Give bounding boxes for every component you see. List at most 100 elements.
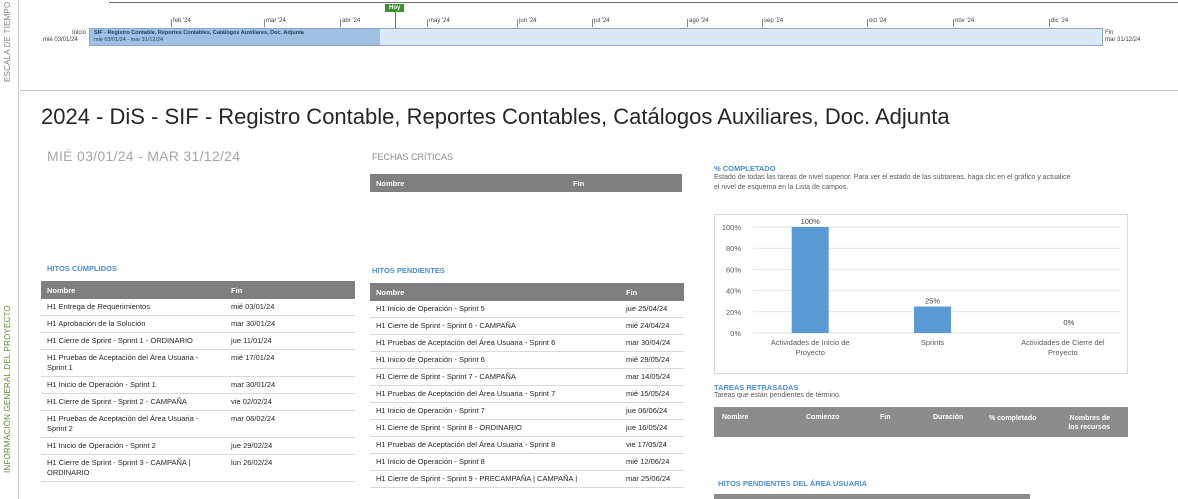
timeline-tick [592, 19, 593, 27]
row-end: mar 06/02/24 [225, 410, 355, 438]
table-row[interactable]: H1 Cierre de Sprint - Sprint 6 - CAMPAÑA… [370, 317, 684, 335]
row-name: H1 Inicio de Operación - Sprint 8 [370, 453, 620, 471]
done-col-end[interactable]: Fin [225, 281, 355, 299]
done-col-name[interactable]: Nombre [41, 281, 225, 299]
timeline-tick [340, 19, 341, 27]
table-row[interactable]: H1 Inicio de Operación - Sprint 6 mié 29/… [370, 351, 684, 369]
row-end: jue 11/01/24 [225, 332, 355, 350]
table-row[interactable]: H1 Pruebas de Aceptación del Área Usuari… [370, 436, 684, 454]
user-pending-table-header [714, 494, 1030, 499]
table-row[interactable]: H1 Pruebas de Aceptación del Área Usuari… [370, 385, 684, 403]
row-end: mié 24/04/24 [620, 317, 684, 335]
row-end: mar 30/01/24 [225, 315, 355, 333]
timeline-tick [687, 19, 688, 27]
row-end: jue 25/04/24 [620, 301, 684, 318]
table-row[interactable]: H1 Inicio de Operación - Sprint 1 mar 30/… [41, 376, 355, 394]
timeline-rail-label: ESCALA DE TIEMPO [3, 1, 12, 82]
pending-col-name[interactable]: Nombre [370, 283, 620, 301]
row-name: H1 Inicio de Operación - Sprint 1 [41, 376, 225, 394]
row-name: H1 Aprobación de la Solución [41, 315, 225, 333]
timeline-month-label: mar '24 [266, 18, 286, 24]
row-name: H1 Pruebas de Aceptación del Área Usuari… [41, 410, 225, 438]
table-row[interactable]: H1 Inicio de Operación - Sprint 8 mié 12/… [370, 453, 684, 471]
done-milestones-heading: HITOS CUMPLIDOS [47, 264, 117, 273]
table-row[interactable]: H1 Pruebas de Aceptación del Área Usuari… [41, 410, 355, 438]
timeline-start-date: mié 03/01/24 [43, 37, 78, 43]
data-label: 100% [801, 217, 821, 226]
delayed-col-end[interactable]: Fin [880, 414, 891, 421]
table-row[interactable]: H1 Inicio de Operación - Sprint 2 jue 29/… [41, 437, 355, 455]
timeline-month-label: ago '24 [689, 18, 709, 24]
delayed-col-start[interactable]: Comienzo [806, 414, 839, 421]
timeline-task[interactable]: SIF - Registro Contable, Reportes Contab… [90, 29, 380, 45]
row-name: H1 Cierre de Sprint - Sprint 8 - ORDINAR… [370, 419, 620, 437]
pending-col-end[interactable]: Fin [620, 283, 684, 301]
report-rail-label: INFORMACIÓN GENERAL DEL PROYECTO [3, 305, 12, 473]
done-milestones-table: Nombre Fin H1 Entrega de Requerimientos m… [41, 281, 355, 482]
table-row[interactable]: H1 Inicio de Operación - Sprint 5 jue 25/… [370, 301, 684, 318]
timeline-end-date: mar 31/12/24 [1105, 37, 1141, 43]
timeline-start-label: Inicio [71, 30, 86, 36]
row-end: lun 26/02/24 [225, 454, 355, 482]
table-row[interactable]: H1 Aprobación de la Solución mar 30/01/24 [41, 315, 355, 333]
row-name: H1 Cierre de Sprint - Sprint 2 - CAMPAÑA [41, 393, 225, 411]
delayed-tasks-description: Tareas que están pendientes de término. [714, 392, 841, 399]
timeline[interactable]: Hoy feb '24 mar '24 abr '24 may '24 jun '24 j… [19, 0, 1178, 91]
y-tick-label: 60% [726, 265, 741, 274]
table-row[interactable]: H1 Pruebas de Aceptación del Área Usuari… [41, 349, 355, 377]
row-end: vie 02/02/24 [225, 393, 355, 411]
completion-chart-svg: 0% 20% 40% 60% 80% 100% 100% Actividades de Ini… [722, 217, 1120, 357]
category-label: Sprints [921, 338, 945, 347]
row-name: H1 Inicio de Operación - Sprint 6 [370, 351, 620, 369]
table-row[interactable]: H1 Cierre de Sprint - Sprint 3 - CAMPAÑA… [41, 454, 355, 482]
timeline-month-label: feb '24 [173, 18, 191, 24]
table-row[interactable]: H1 Entrega de Requerimientos mié 03/01/24 [41, 299, 355, 316]
completed-description: Estado de todas las tareas de nivel supe… [714, 174, 1071, 191]
pending-milestones-table: Nombre Fin H1 Inicio de Operación - Spri… [370, 283, 684, 488]
timeline-task-dates: mié 03/01/24 - mar 31/12/24 [94, 37, 164, 43]
row-name: H1 Cierre de Sprint - Sprint 6 - CAMPAÑA [370, 317, 620, 335]
y-tick-label: 20% [726, 308, 741, 317]
timeline-rail: ESCALA DE TIEMPO [0, 0, 19, 90]
row-end: jue 16/05/24 [620, 419, 684, 437]
table-row[interactable]: H1 Pruebas de Aceptación del Área Usuari… [370, 334, 684, 352]
bar [791, 227, 829, 333]
table-row[interactable]: H1 Cierre de Sprint - Sprint 7 - CAMPAÑA… [370, 368, 684, 386]
project-date-range: MIÉ 03/01/24 - MAR 31/12/24 [47, 148, 241, 164]
pending-milestones-heading: HITOS PENDIENTES [372, 266, 445, 275]
delayed-col-name[interactable]: Nombre [722, 414, 748, 421]
row-name: H1 Cierre de Sprint - Sprint 3 - CAMPAÑA… [41, 454, 225, 482]
bar [914, 306, 951, 333]
today-marker: Hoy [385, 4, 405, 12]
user-pending-heading: HITOS PENDIENTES DEL ÁREA USUARIA [718, 479, 868, 488]
category-label: Actividades de Inicio de [771, 338, 850, 347]
timeline-bar[interactable]: SIF - Registro Contable, Reportes Contab… [89, 28, 1103, 46]
timeline-tick [171, 19, 172, 27]
timeline-month-label: nov '24 [955, 18, 975, 24]
delayed-col-duration[interactable]: Duración [933, 414, 963, 421]
completion-chart[interactable]: 0% 20% 40% 60% 80% 100% 100% Actividades de Ini… [714, 214, 1128, 374]
table-row[interactable]: H1 Cierre de Sprint - Sprint 8 - ORDINAR… [370, 419, 684, 437]
delayed-col-percent[interactable]: % completado [989, 414, 1037, 423]
row-name: H1 Cierre de Sprint - Sprint 9 - PRECAMP… [370, 470, 620, 488]
timeline-month-label: jul '24 [594, 18, 610, 24]
row-end: mar 30/01/24 [225, 376, 355, 394]
y-tick-label: 80% [726, 244, 741, 253]
y-tick-label: 40% [726, 287, 741, 296]
critical-col-end[interactable]: Fin [567, 174, 682, 192]
category-label: Actividades de Cierre del [1021, 338, 1105, 347]
delayed-col-resources[interactable]: Nombres de los recursos [1064, 414, 1110, 432]
row-end: mié 03/01/24 [225, 299, 355, 316]
table-row[interactable]: H1 Inicio de Operación - Sprint 7 jue 06/… [370, 402, 684, 420]
row-end: mar 14/05/24 [620, 368, 684, 386]
row-name: H1 Inicio de Operación - Sprint 5 [370, 301, 620, 318]
row-name: H1 Pruebas de Aceptación del Área Usuari… [370, 385, 620, 403]
table-row[interactable]: H1 Cierre de Sprint - Sprint 9 - PRECAMP… [370, 470, 684, 488]
table-row[interactable]: H1 Cierre de Sprint - Sprint 2 - CAMPAÑA… [41, 393, 355, 411]
report-title: 2024 - DiS - SIF - Registro Contable, Re… [41, 104, 950, 129]
completed-heading: % COMPLETADO [714, 164, 776, 173]
table-row[interactable]: H1 Cierre de Sprint - Sprint 1 - ORDINAR… [41, 332, 355, 350]
timeline-tick [264, 19, 265, 27]
data-label: 25% [925, 297, 940, 306]
critical-col-name[interactable]: Nombre [370, 174, 567, 192]
